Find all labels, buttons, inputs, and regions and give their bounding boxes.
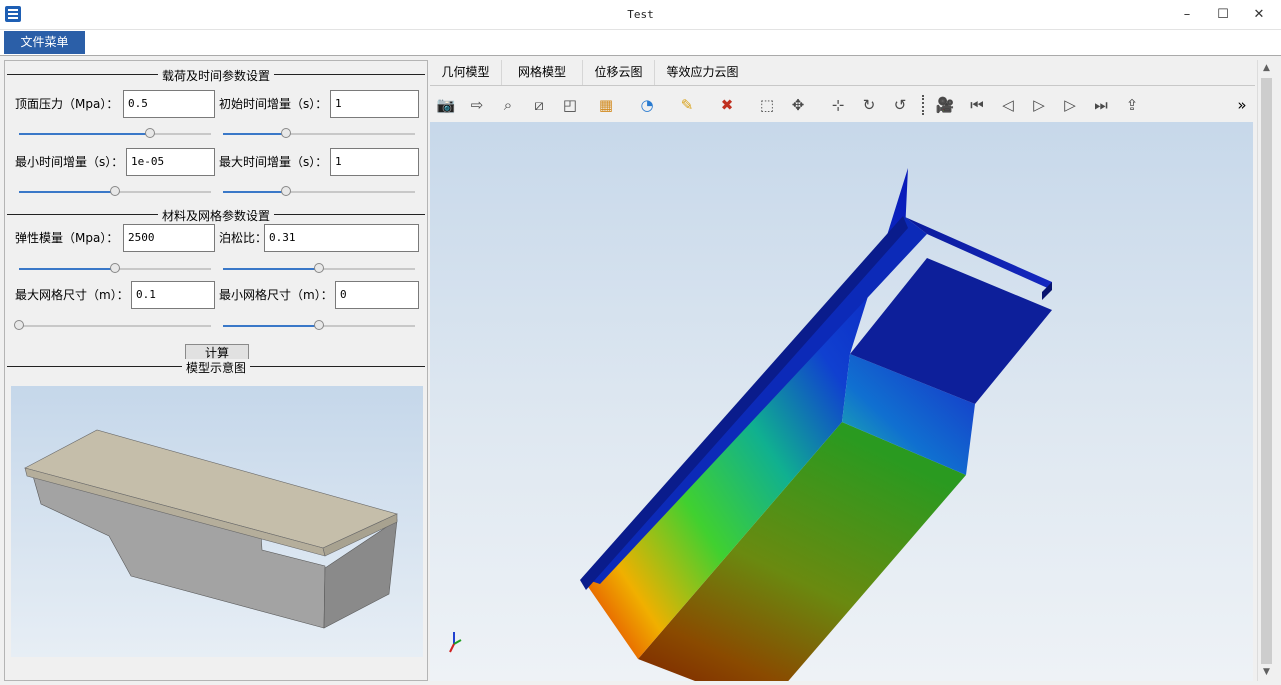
max-mesh-size-input[interactable]: 0.1: [131, 281, 215, 309]
play-icon[interactable]: ▷: [1028, 95, 1050, 115]
file-menu-button[interactable]: 文件菜单: [4, 31, 85, 54]
zoom-window-icon[interactable]: ⬚: [756, 95, 778, 115]
axis-triad-icon: [449, 632, 462, 653]
scroll-up-icon[interactable]: ▲: [1258, 60, 1275, 76]
model-group-title: 模型示意图: [5, 359, 427, 376]
load-group-label: 载荷及时间参数设置: [157, 67, 275, 84]
rotate-cw-icon[interactable]: ↻: [858, 95, 880, 115]
min-mesh-size-slider[interactable]: [223, 320, 415, 332]
zoom-icon[interactable]: ⌕: [497, 95, 519, 115]
min-increment-input[interactable]: 1e-05: [126, 148, 215, 176]
top-pressure-input[interactable]: 0.5: [123, 90, 215, 118]
toolbar-more-button[interactable]: »: [1234, 95, 1250, 115]
view-cube-icon[interactable]: ▦: [595, 95, 617, 115]
initial-increment-label: 初始时间增量（s）：: [219, 97, 328, 111]
load-group-title: 载荷及时间参数设置: [5, 67, 427, 84]
parameter-panel: 载荷及时间参数设置 顶面压力（Mpa）： 0.5 初始时间增量（s）： 1 最小…: [4, 60, 428, 681]
vertical-scrollbar[interactable]: ▲ ▼: [1257, 60, 1275, 681]
top-pressure-slider[interactable]: [19, 128, 211, 140]
toolbar-separator: [922, 95, 926, 115]
share-icon[interactable]: ⇪: [1121, 95, 1143, 115]
initial-increment-slider[interactable]: [223, 128, 415, 140]
light-bulb-icon[interactable]: ◔: [636, 95, 658, 115]
tab-stress-contour[interactable]: 等效应力云图: [655, 60, 750, 85]
result-tabs: 几何模型 网格模型 位移云图 等效应力云图: [430, 60, 1255, 86]
window-title: Test: [627, 8, 654, 21]
brush-icon[interactable]: ✎: [676, 95, 698, 115]
step-forward-icon[interactable]: ▷: [1059, 95, 1081, 115]
scrollbar-thumb[interactable]: [1261, 78, 1272, 664]
export-icon[interactable]: ⇨: [466, 95, 488, 115]
elastic-modulus-slider[interactable]: [19, 263, 211, 275]
maximize-button[interactable]: ☐: [1211, 4, 1235, 26]
max-mesh-size-label: 最大网格尺寸（m）：: [15, 288, 129, 302]
min-mesh-size-input[interactable]: 0: [335, 281, 419, 309]
menu-bar: 文件菜单: [0, 30, 1281, 56]
step-back-icon[interactable]: ◁: [997, 95, 1019, 115]
poisson-ratio-input[interactable]: 0.31: [264, 224, 419, 252]
viewer-toolbar: 📷 ⇨ ⌕ ⧄ ◰ ▦ ◔ ✎ ✖ ⬚ ✥ ⊹ ↻ ↺ 🎥 ⏮ ◁ ▷ ▷ ⏭ …: [430, 87, 1255, 121]
material-group-label: 材料及网格参数设置: [157, 207, 275, 224]
elastic-modulus-input[interactable]: 2500: [123, 224, 215, 252]
first-frame-icon[interactable]: ⏮: [966, 95, 988, 115]
fit-box-icon[interactable]: ⧄: [528, 95, 550, 115]
last-frame-icon[interactable]: ⏭: [1090, 95, 1112, 115]
ruler-icon[interactable]: ✖: [716, 95, 738, 115]
video-camera-icon[interactable]: 🎥: [934, 95, 956, 115]
min-mesh-size-label: 最小网格尺寸（m）：: [219, 288, 333, 302]
max-mesh-size-slider[interactable]: [14, 320, 211, 332]
tab-geometry-model[interactable]: 几何模型: [430, 60, 502, 85]
camera-icon[interactable]: 📷: [435, 95, 457, 115]
tab-displacement-contour[interactable]: 位移云图: [583, 60, 655, 85]
min-increment-slider[interactable]: [19, 186, 211, 198]
poisson-ratio-slider[interactable]: [223, 263, 415, 275]
elastic-modulus-label: 弹性模量（Mpa）：: [15, 231, 119, 245]
material-group-title: 材料及网格参数设置: [5, 207, 427, 224]
min-increment-label: 最小时间增量（s）：: [15, 155, 124, 169]
max-increment-input[interactable]: 1: [330, 148, 419, 176]
minimize-button[interactable]: –: [1175, 4, 1199, 26]
stress-contour-model: [580, 168, 1052, 681]
result-panel: 几何模型 网格模型 位移云图 等效应力云图 📷 ⇨ ⌕ ⧄ ◰ ▦ ◔ ✎ ✖ …: [430, 60, 1255, 681]
pan-icon[interactable]: ✥: [787, 95, 809, 115]
title-bar: Test – ☐ ✕: [0, 0, 1281, 30]
rotate-ccw-icon[interactable]: ↺: [889, 95, 911, 115]
initial-increment-input[interactable]: 1: [330, 90, 419, 118]
tab-mesh-model[interactable]: 网格模型: [502, 60, 583, 85]
model-preview-image: [24, 429, 398, 629]
close-button[interactable]: ✕: [1247, 4, 1271, 26]
max-increment-slider[interactable]: [223, 186, 415, 198]
model-preview: [11, 386, 423, 657]
model-group-label: 模型示意图: [181, 359, 251, 376]
3d-viewport[interactable]: [430, 122, 1253, 681]
axes-icon[interactable]: ⊹: [827, 95, 849, 115]
expand-box-icon[interactable]: ◰: [559, 95, 581, 115]
poisson-ratio-label: 泊松比：: [219, 231, 268, 245]
scroll-down-icon[interactable]: ▼: [1258, 664, 1275, 680]
max-increment-label: 最大时间增量（s）：: [219, 155, 328, 169]
top-pressure-label: 顶面压力（Mpa）：: [15, 97, 119, 111]
